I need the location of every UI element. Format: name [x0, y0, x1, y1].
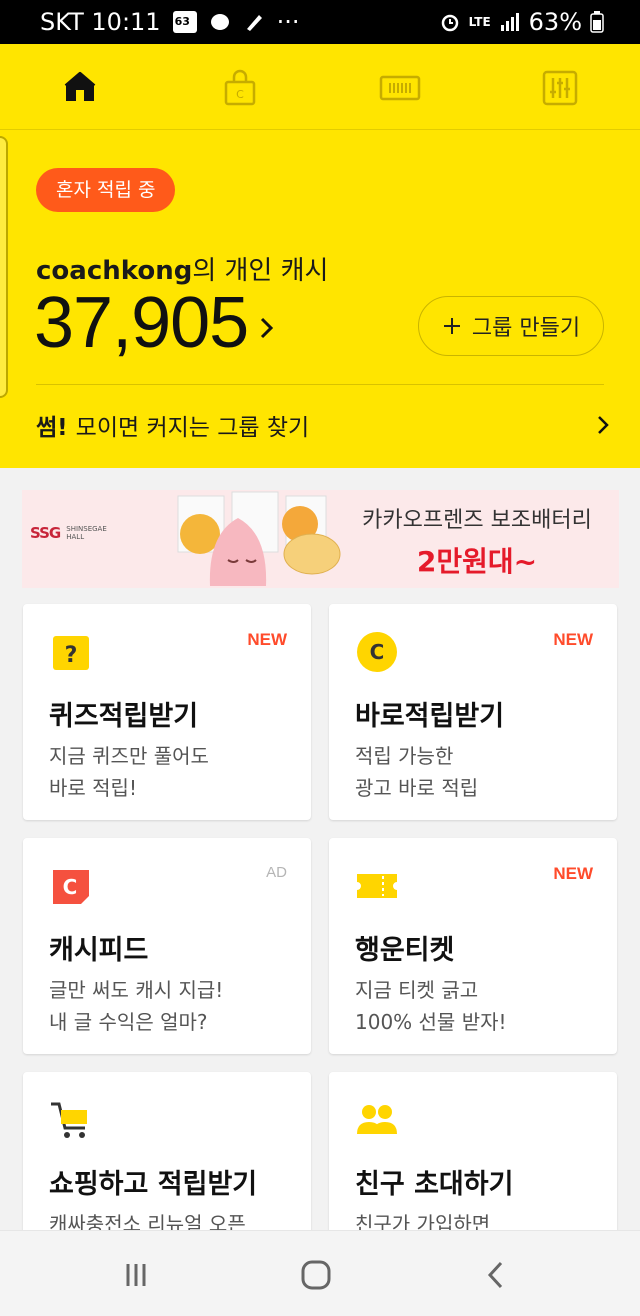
card-title: 행운티켓: [355, 935, 455, 966]
tab-settings[interactable]: [536, 64, 584, 112]
ticket-barcode-icon: [379, 75, 421, 101]
chevron-right-icon: [598, 416, 609, 434]
notification-count: 63: [174, 15, 190, 28]
card-title: 캐시피드: [49, 935, 149, 966]
lucky-ticket-card[interactable]: NEW 행운티켓 지금 티켓 긁고 100% 선물 받자!: [329, 838, 617, 1054]
pen-icon: [246, 15, 262, 31]
coin-c-icon: C: [357, 632, 397, 672]
svg-text:C: C: [236, 88, 244, 101]
card-description: 지금 티켓 긁고 100% 선물 받자!: [355, 978, 507, 1034]
card-description: 글만 써도 캐시 지급! 내 글 수익은 얼마?: [49, 978, 224, 1034]
signal-icon: [500, 13, 519, 31]
carrier-time: SKT 10:11: [40, 8, 161, 36]
tab-ticket[interactable]: [376, 64, 424, 112]
svg-text:?: ?: [65, 643, 78, 668]
battery-icon: [590, 11, 604, 33]
new-badge: NEW: [553, 864, 593, 883]
tab-home[interactable]: [56, 64, 104, 112]
balance-link[interactable]: 37,905: [34, 282, 276, 364]
top-nav: C: [0, 44, 640, 130]
tab-shop[interactable]: C: [216, 64, 264, 112]
recent-apps-button[interactable]: [116, 1257, 156, 1293]
new-badge: NEW: [553, 630, 593, 649]
more-notifications: ···: [276, 8, 300, 36]
back-chevron-icon: [487, 1261, 503, 1289]
svg-text:C: C: [370, 640, 385, 664]
settings-sliders-icon: [542, 70, 578, 106]
card-title: 쇼핑하고 적립받기: [49, 1169, 258, 1200]
home-icon: [64, 72, 96, 101]
friends-icon: [357, 1105, 397, 1134]
quiz-reward-card[interactable]: ? NEW 퀴즈적립받기 지금 퀴즈만 풀어도 바로 적립!: [23, 604, 311, 820]
card-title: 친구 초대하기: [355, 1169, 514, 1200]
promo-banner[interactable]: SSG SHINSEGAE HALL 카카오프렌즈 보조배터리 2만원대~: [22, 490, 619, 588]
plus-icon: [443, 318, 460, 334]
create-group-button[interactable]: 그룹 만들기: [418, 296, 604, 356]
svg-text:C: C: [63, 875, 78, 899]
cashfeed-icon: C: [53, 870, 89, 904]
battery-level: 63%: [528, 8, 582, 36]
alarm-icon: [441, 14, 458, 32]
find-group-row[interactable]: 썸! 모이면 커지는 그룹 찾기: [36, 400, 610, 450]
system-nav-bar: [0, 1230, 640, 1316]
chat-bubble-icon: [210, 14, 229, 30]
new-badge: NEW: [247, 630, 287, 649]
find-group-label: 모이면 커지는 그룹 찾기: [75, 415, 310, 441]
quiz-question-icon: ?: [53, 636, 89, 670]
cash-summary-panel: 혼자 적립 중 coachkong의 개인 캐시 37,905 그룹 만들기 썸…: [0, 130, 640, 468]
card-description: 적립 가능한 광고 바로 적립: [355, 744, 479, 800]
create-group-label: 그룹 만들기: [471, 316, 581, 341]
ad-badge: AD: [266, 864, 287, 881]
home-button[interactable]: [296, 1257, 336, 1293]
cashfeed-card[interactable]: C AD 캐시피드 글만 써도 캐시 지급! 내 글 수익은 얼마?: [23, 838, 311, 1054]
network-type: LTE: [468, 15, 491, 29]
find-group-prefix: 썸!: [36, 415, 68, 441]
logo-mark: SSG: [30, 524, 61, 542]
chevron-right-icon: [261, 317, 274, 339]
side-drawer-handle[interactable]: [0, 136, 8, 398]
shinsegae-logo: SSG SHINSEGAE HALL: [30, 524, 107, 542]
recent-apps-icon: [126, 1264, 146, 1286]
power-bank-product-image: [177, 491, 341, 586]
lucky-ticket-icon: [357, 874, 397, 898]
divider: [36, 384, 604, 385]
status-bar: SKT 10:11 63 ··· LTE 63%: [0, 0, 640, 44]
balance-value: 37,905: [34, 283, 249, 363]
card-description: 지금 퀴즈만 풀어도 바로 적립!: [49, 744, 209, 800]
shopping-cart-icon: [51, 1102, 87, 1138]
logo-text: SHINSEGAE HALL: [66, 525, 107, 541]
status-badge: 혼자 적립 중: [36, 168, 176, 212]
shopping-bag-icon: C: [224, 69, 256, 106]
back-button[interactable]: [476, 1257, 516, 1293]
banner-price: 2만원대~: [416, 545, 538, 578]
calendar-notification-icon: 63: [172, 11, 197, 33]
instant-reward-card[interactable]: C NEW 바로적립받기 적립 가능한 광고 바로 적립: [329, 604, 617, 820]
banner-headline: 카카오프렌즈 보조배터리: [362, 508, 592, 533]
card-title: 바로적립받기: [355, 701, 505, 732]
home-circle-icon: [301, 1260, 331, 1290]
card-title: 퀴즈적립받기: [49, 701, 199, 732]
